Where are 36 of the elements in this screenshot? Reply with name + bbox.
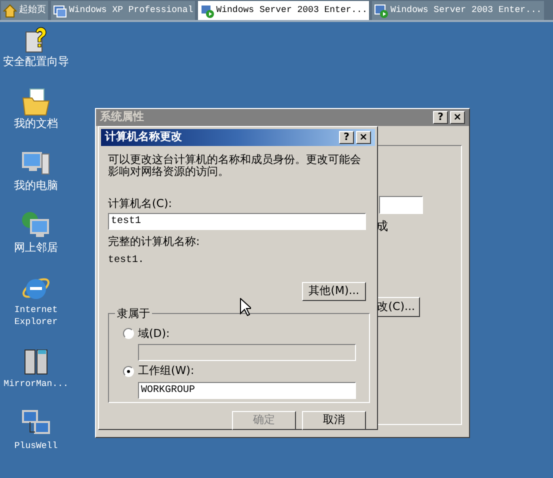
dialog-button[interactable]: 取消 bbox=[302, 410, 366, 430]
desktop-icon-label[interactable]: MirrorMan... bbox=[1, 378, 71, 390]
title-bar-button[interactable]: × bbox=[356, 130, 371, 144]
tab[interactable]: Windows Server 2003 Enter... bbox=[198, 1, 370, 20]
radio-button[interactable] bbox=[123, 366, 134, 377]
monitor-play-icon bbox=[374, 4, 388, 18]
title-bar-button[interactable]: ? bbox=[433, 111, 448, 124]
tab[interactable]: Windows Server 2003 Enter... bbox=[372, 1, 544, 20]
desktop-icon-label[interactable]: 我的电脑 bbox=[14, 180, 58, 192]
house-icon bbox=[3, 4, 17, 18]
folder-icon bbox=[20, 86, 52, 118]
title-bar-button[interactable]: × bbox=[450, 111, 465, 124]
radio-label: 工作组(W): bbox=[138, 363, 194, 379]
radio-button[interactable] bbox=[123, 328, 134, 340]
desktop-icon-label[interactable]: 网上邻居 bbox=[14, 242, 58, 254]
monitor-play-icon bbox=[200, 4, 214, 18]
more-button[interactable]: 其他(M)... bbox=[302, 282, 366, 300]
option-field[interactable] bbox=[138, 344, 356, 361]
window-title: 系统属性 bbox=[100, 109, 144, 126]
monitor-icon bbox=[53, 4, 67, 18]
radio-label: 域(D): bbox=[138, 326, 170, 342]
field-label: 计算机名(C): bbox=[108, 196, 173, 212]
window-title: 计算机名称更改 bbox=[105, 129, 182, 145]
desktop-icon-label[interactable]: Internet Explorer bbox=[1, 304, 71, 328]
tab[interactable]: Windows XP Professional bbox=[51, 1, 196, 20]
field-label: 完整的计算机名称: bbox=[108, 234, 201, 250]
tab[interactable]: 起始页 bbox=[1, 1, 48, 20]
mouse-cursor-icon bbox=[240, 298, 251, 316]
option-field[interactable]: WORKGROUP bbox=[138, 382, 356, 398]
computer-name-field[interactable]: test1 bbox=[108, 213, 366, 230]
description-text: 可以更改这台计算机的名称和成员身份。更改可能会影响对网络资源的访问。 bbox=[108, 154, 362, 178]
full-name-text: test1. bbox=[108, 254, 146, 268]
desktop-icon-label[interactable]: PlusWell bbox=[1, 440, 71, 452]
desktop-icon-label[interactable]: 我的文档 bbox=[14, 118, 58, 130]
title-bar-button[interactable]: ? bbox=[339, 130, 354, 144]
desktop-icon-label[interactable]: 安全配置向导 bbox=[3, 56, 69, 68]
